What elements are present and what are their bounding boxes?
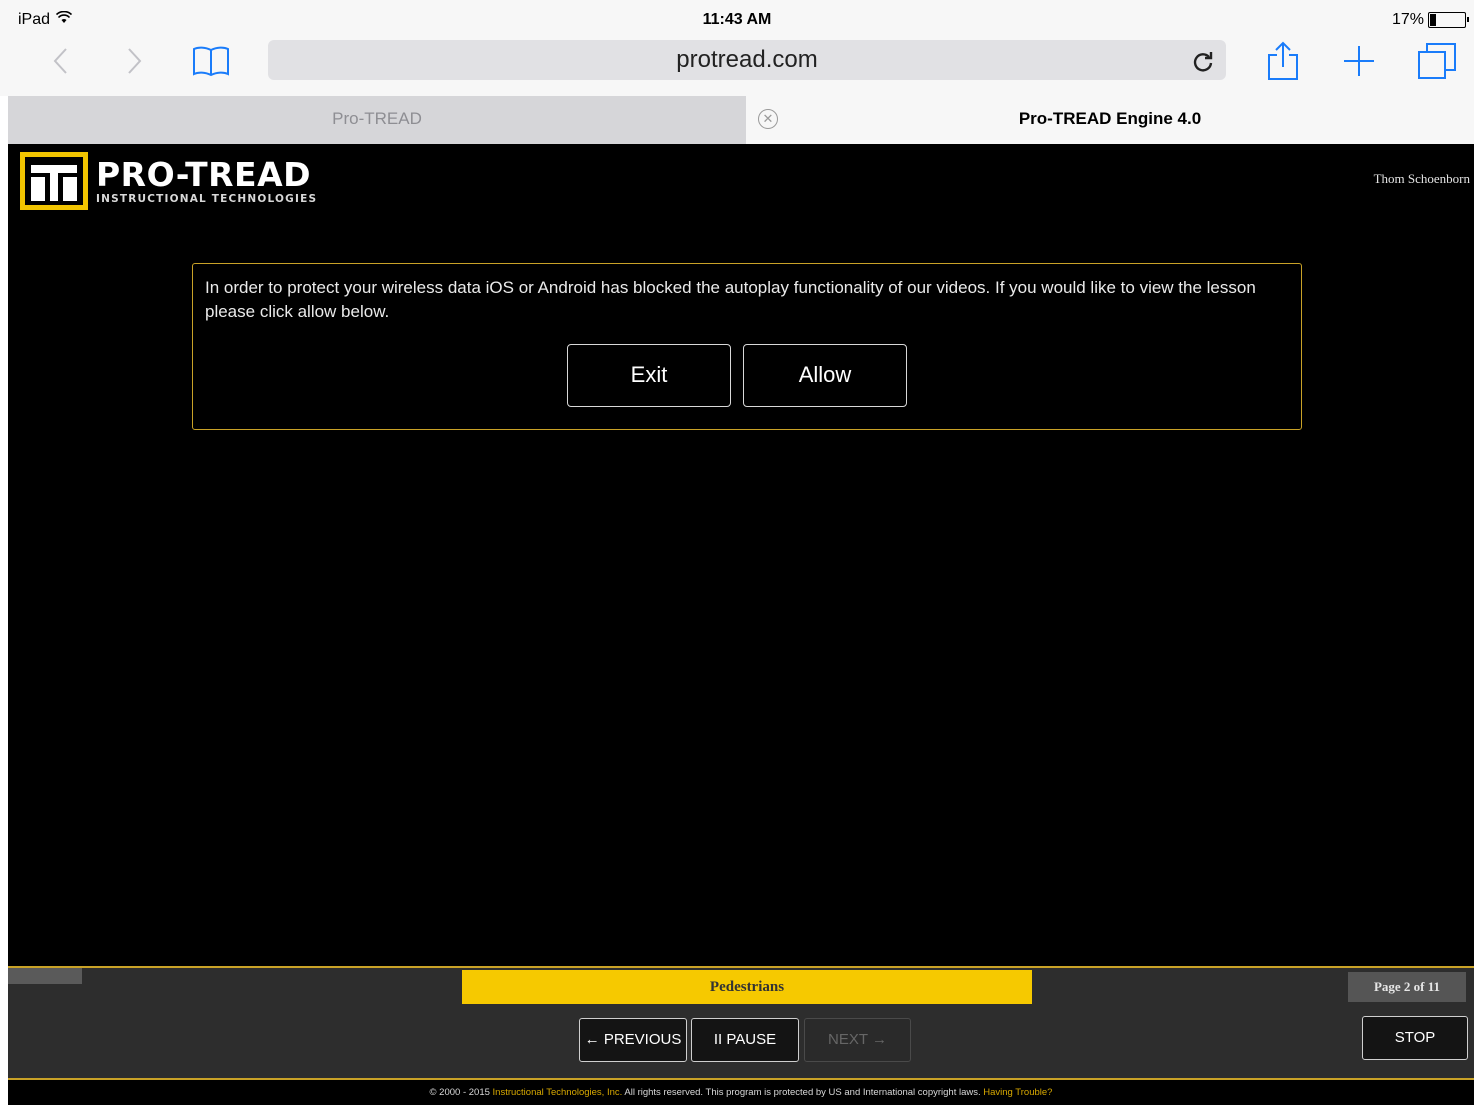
app-canvas: PRO-TREAD INSTRUCTIONAL TECHNOLOGIES Tho…	[8, 144, 1474, 1105]
tabs-overview-icon[interactable]	[1412, 40, 1462, 82]
dialog-message: In order to protect your wireless data i…	[205, 278, 1256, 321]
company-link[interactable]: Instructional Technologies, Inc.	[493, 1087, 623, 1098]
pause-button[interactable]: II PAUSE	[691, 1018, 799, 1062]
logo-subtitle: INSTRUCTIONAL TECHNOLOGIES	[96, 193, 318, 205]
tab-label: Pro-TREAD	[332, 109, 422, 128]
rights-text: All rights reserved. This program is pro…	[622, 1087, 984, 1098]
footer: © 2000 - 2015 Instructional Technologies…	[8, 1078, 1474, 1105]
progress-bar	[8, 968, 82, 984]
allow-button[interactable]: Allow	[743, 344, 907, 407]
bookmarks-icon[interactable]	[186, 38, 236, 84]
tab-strip: Pro-TREAD ✕ Pro-TREAD Engine 4.0	[8, 96, 1474, 144]
lesson-control-bar: Pedestrians Page 2 of 11 ← PREVIOUS II P…	[8, 966, 1474, 1078]
logo-mark-icon	[20, 152, 88, 210]
previous-button[interactable]: ← PREVIOUS	[579, 1018, 687, 1062]
having-trouble-link[interactable]: Having Trouble?	[983, 1087, 1052, 1098]
pro-tread-logo: PRO-TREAD INSTRUCTIONAL TECHNOLOGIES	[20, 152, 317, 210]
status-right: 17%	[1391, 11, 1469, 29]
address-bar[interactable]: protread.com	[268, 40, 1226, 80]
share-icon[interactable]	[1260, 40, 1306, 82]
reload-icon[interactable]	[1192, 40, 1214, 80]
browser-toolbar: protread.com	[0, 38, 1474, 96]
battery-percent: 17%	[1391, 11, 1424, 28]
forward-icon[interactable]	[115, 38, 155, 84]
exit-button[interactable]: Exit	[567, 344, 731, 407]
tab-pro-tread[interactable]: Pro-TREAD	[8, 96, 746, 144]
lesson-title: Pedestrians	[462, 970, 1032, 1004]
logo-name: PRO-TREAD	[96, 155, 312, 194]
battery-icon	[1428, 12, 1469, 28]
next-button[interactable]: NEXT →	[804, 1018, 911, 1062]
autoplay-dialog: In order to protect your wireless data i…	[192, 263, 1302, 430]
user-name: Thom Schoenborn	[1373, 171, 1470, 186]
stop-button[interactable]: STOP	[1362, 1016, 1468, 1060]
new-tab-icon[interactable]	[1336, 40, 1382, 82]
status-bar: iPad 11:43 AM 17%	[0, 0, 1474, 38]
tab-label: Pro-TREAD Engine 4.0	[1018, 109, 1202, 128]
url-text: protread.com	[676, 46, 818, 73]
tab-pro-tread-engine[interactable]: ✕ Pro-TREAD Engine 4.0	[746, 96, 1474, 144]
status-time: 11:43 AM	[702, 11, 772, 28]
back-icon[interactable]	[40, 38, 80, 84]
copyright-prefix: © 2000 - 2015	[429, 1087, 493, 1098]
page-indicator: Page 2 of 11	[1348, 972, 1466, 1002]
